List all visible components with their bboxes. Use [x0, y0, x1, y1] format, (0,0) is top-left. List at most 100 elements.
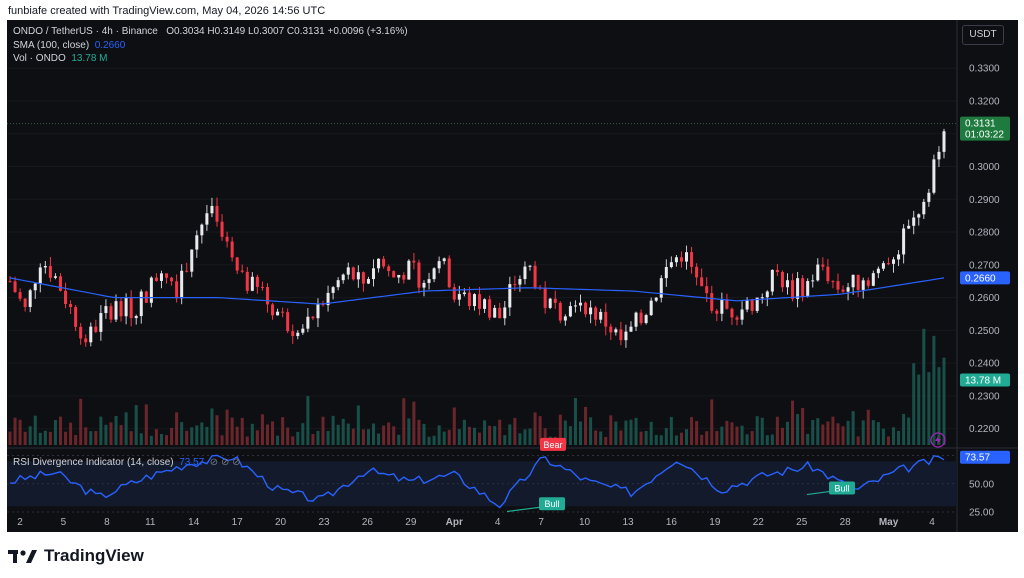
volume-bar [336, 424, 340, 445]
candle-body [392, 271, 396, 278]
time-axis-tick: 16 [666, 517, 678, 528]
candle-body [679, 257, 683, 262]
volume-bar [8, 431, 12, 445]
candle-body [472, 294, 476, 307]
volume-bar [225, 409, 229, 445]
candle-body [271, 304, 275, 316]
volume-bar [801, 407, 805, 445]
candle-body [99, 313, 103, 332]
volume-bar [245, 436, 249, 445]
candle-body [331, 287, 335, 293]
volume-bar [351, 428, 355, 445]
candle-body [558, 302, 562, 321]
candle-body [281, 311, 285, 313]
candle-body [407, 260, 411, 280]
time-axis-tick: 11 [145, 517, 156, 528]
sma-legend[interactable]: SMA (100, close) 0.2660 [13, 40, 125, 51]
candle-body [695, 266, 699, 278]
chart-panel[interactable]: 0.33000.32000.31000.30000.29000.28000.27… [7, 20, 1018, 532]
volume-bar [462, 419, 466, 445]
time-axis-tick: Apr [446, 517, 463, 528]
tradingview-logo: TradingView [8, 546, 144, 566]
candle-body [851, 274, 855, 288]
candle-body [619, 329, 623, 341]
volume-bar [871, 420, 875, 445]
candle-body [609, 326, 613, 333]
volume-bar [452, 407, 456, 445]
candle-body [205, 213, 209, 225]
volume-bar [230, 417, 234, 445]
volume-bar [149, 435, 153, 445]
currency-button[interactable]: USDT [962, 25, 1004, 45]
candle-body [53, 276, 57, 278]
volume-bar [614, 421, 618, 445]
candle-body [427, 279, 431, 283]
time-axis-tick: 2 [17, 517, 23, 528]
candle-body [543, 287, 547, 308]
volume-bar [447, 429, 451, 445]
rsi-legend[interactable]: RSI Divergence Indicator (14, close) 73.… [13, 457, 240, 468]
candle-body [730, 308, 734, 318]
volume-bar [23, 431, 27, 445]
volume-bar [518, 433, 522, 445]
candle-body [422, 282, 426, 288]
volume-bar [377, 433, 381, 445]
candle-body [513, 284, 517, 286]
volume-bar [780, 427, 784, 445]
volume-bar [785, 421, 789, 445]
volume-bar [326, 430, 330, 445]
volume-bar [417, 419, 421, 445]
candle-body [775, 269, 779, 273]
volume-tag: 13.78 M [960, 373, 1010, 387]
volume-bar [281, 417, 285, 445]
candle-body [816, 264, 820, 281]
price-chart-svg[interactable]: 0.33000.32000.31000.30000.29000.28000.27… [7, 20, 1018, 532]
candle-body [109, 306, 113, 320]
time-axis-tick: 5 [61, 517, 67, 528]
volume-bar [387, 422, 391, 445]
time-axis-tick: 4 [929, 517, 935, 528]
volume-bar [750, 431, 754, 445]
candle-body [669, 262, 673, 268]
candle-body [493, 307, 497, 318]
time-axis-tick: 13 [622, 517, 634, 528]
time-axis-tick: 17 [232, 517, 244, 528]
candle-body [578, 302, 583, 306]
candle-body [518, 279, 522, 285]
volume-bar [710, 399, 714, 445]
candle-body [220, 221, 224, 237]
candle-body [114, 301, 118, 320]
volume-bar [755, 416, 759, 445]
volume-bar [185, 430, 189, 445]
candle-body [659, 278, 663, 298]
volume-bar [513, 417, 517, 445]
candle-body [886, 263, 890, 265]
low-value: 0.3007 [253, 26, 285, 37]
volume-bar [664, 428, 668, 445]
volume-legend[interactable]: Vol · ONDO 13.78 M [13, 53, 108, 64]
volume-bar [594, 430, 598, 445]
volume-bar [811, 420, 815, 445]
candle-body [306, 316, 310, 329]
volume-bar [144, 404, 148, 445]
candle-body [902, 228, 906, 255]
volume-bar [568, 426, 572, 445]
volume-bar [255, 430, 259, 445]
rsi-visibility-icons[interactable]: ⊘ ⊘ ⊘ [210, 457, 241, 468]
volume-bar [48, 431, 52, 445]
candle-body [336, 280, 340, 288]
candle-body [119, 301, 123, 317]
candle-body [159, 273, 163, 281]
candle-body [765, 291, 769, 298]
volume-bar [695, 421, 699, 445]
volume-bar [917, 374, 921, 445]
candle-body [806, 281, 810, 297]
volume-bar [321, 416, 325, 445]
volume-bar [866, 409, 870, 445]
volume-bar [674, 435, 678, 445]
volume-bar [765, 435, 769, 445]
volume-bar [508, 424, 512, 445]
candle-body [437, 261, 441, 269]
price-axis-tick: 0.2200 [969, 424, 1000, 435]
volume-bar [654, 434, 658, 445]
